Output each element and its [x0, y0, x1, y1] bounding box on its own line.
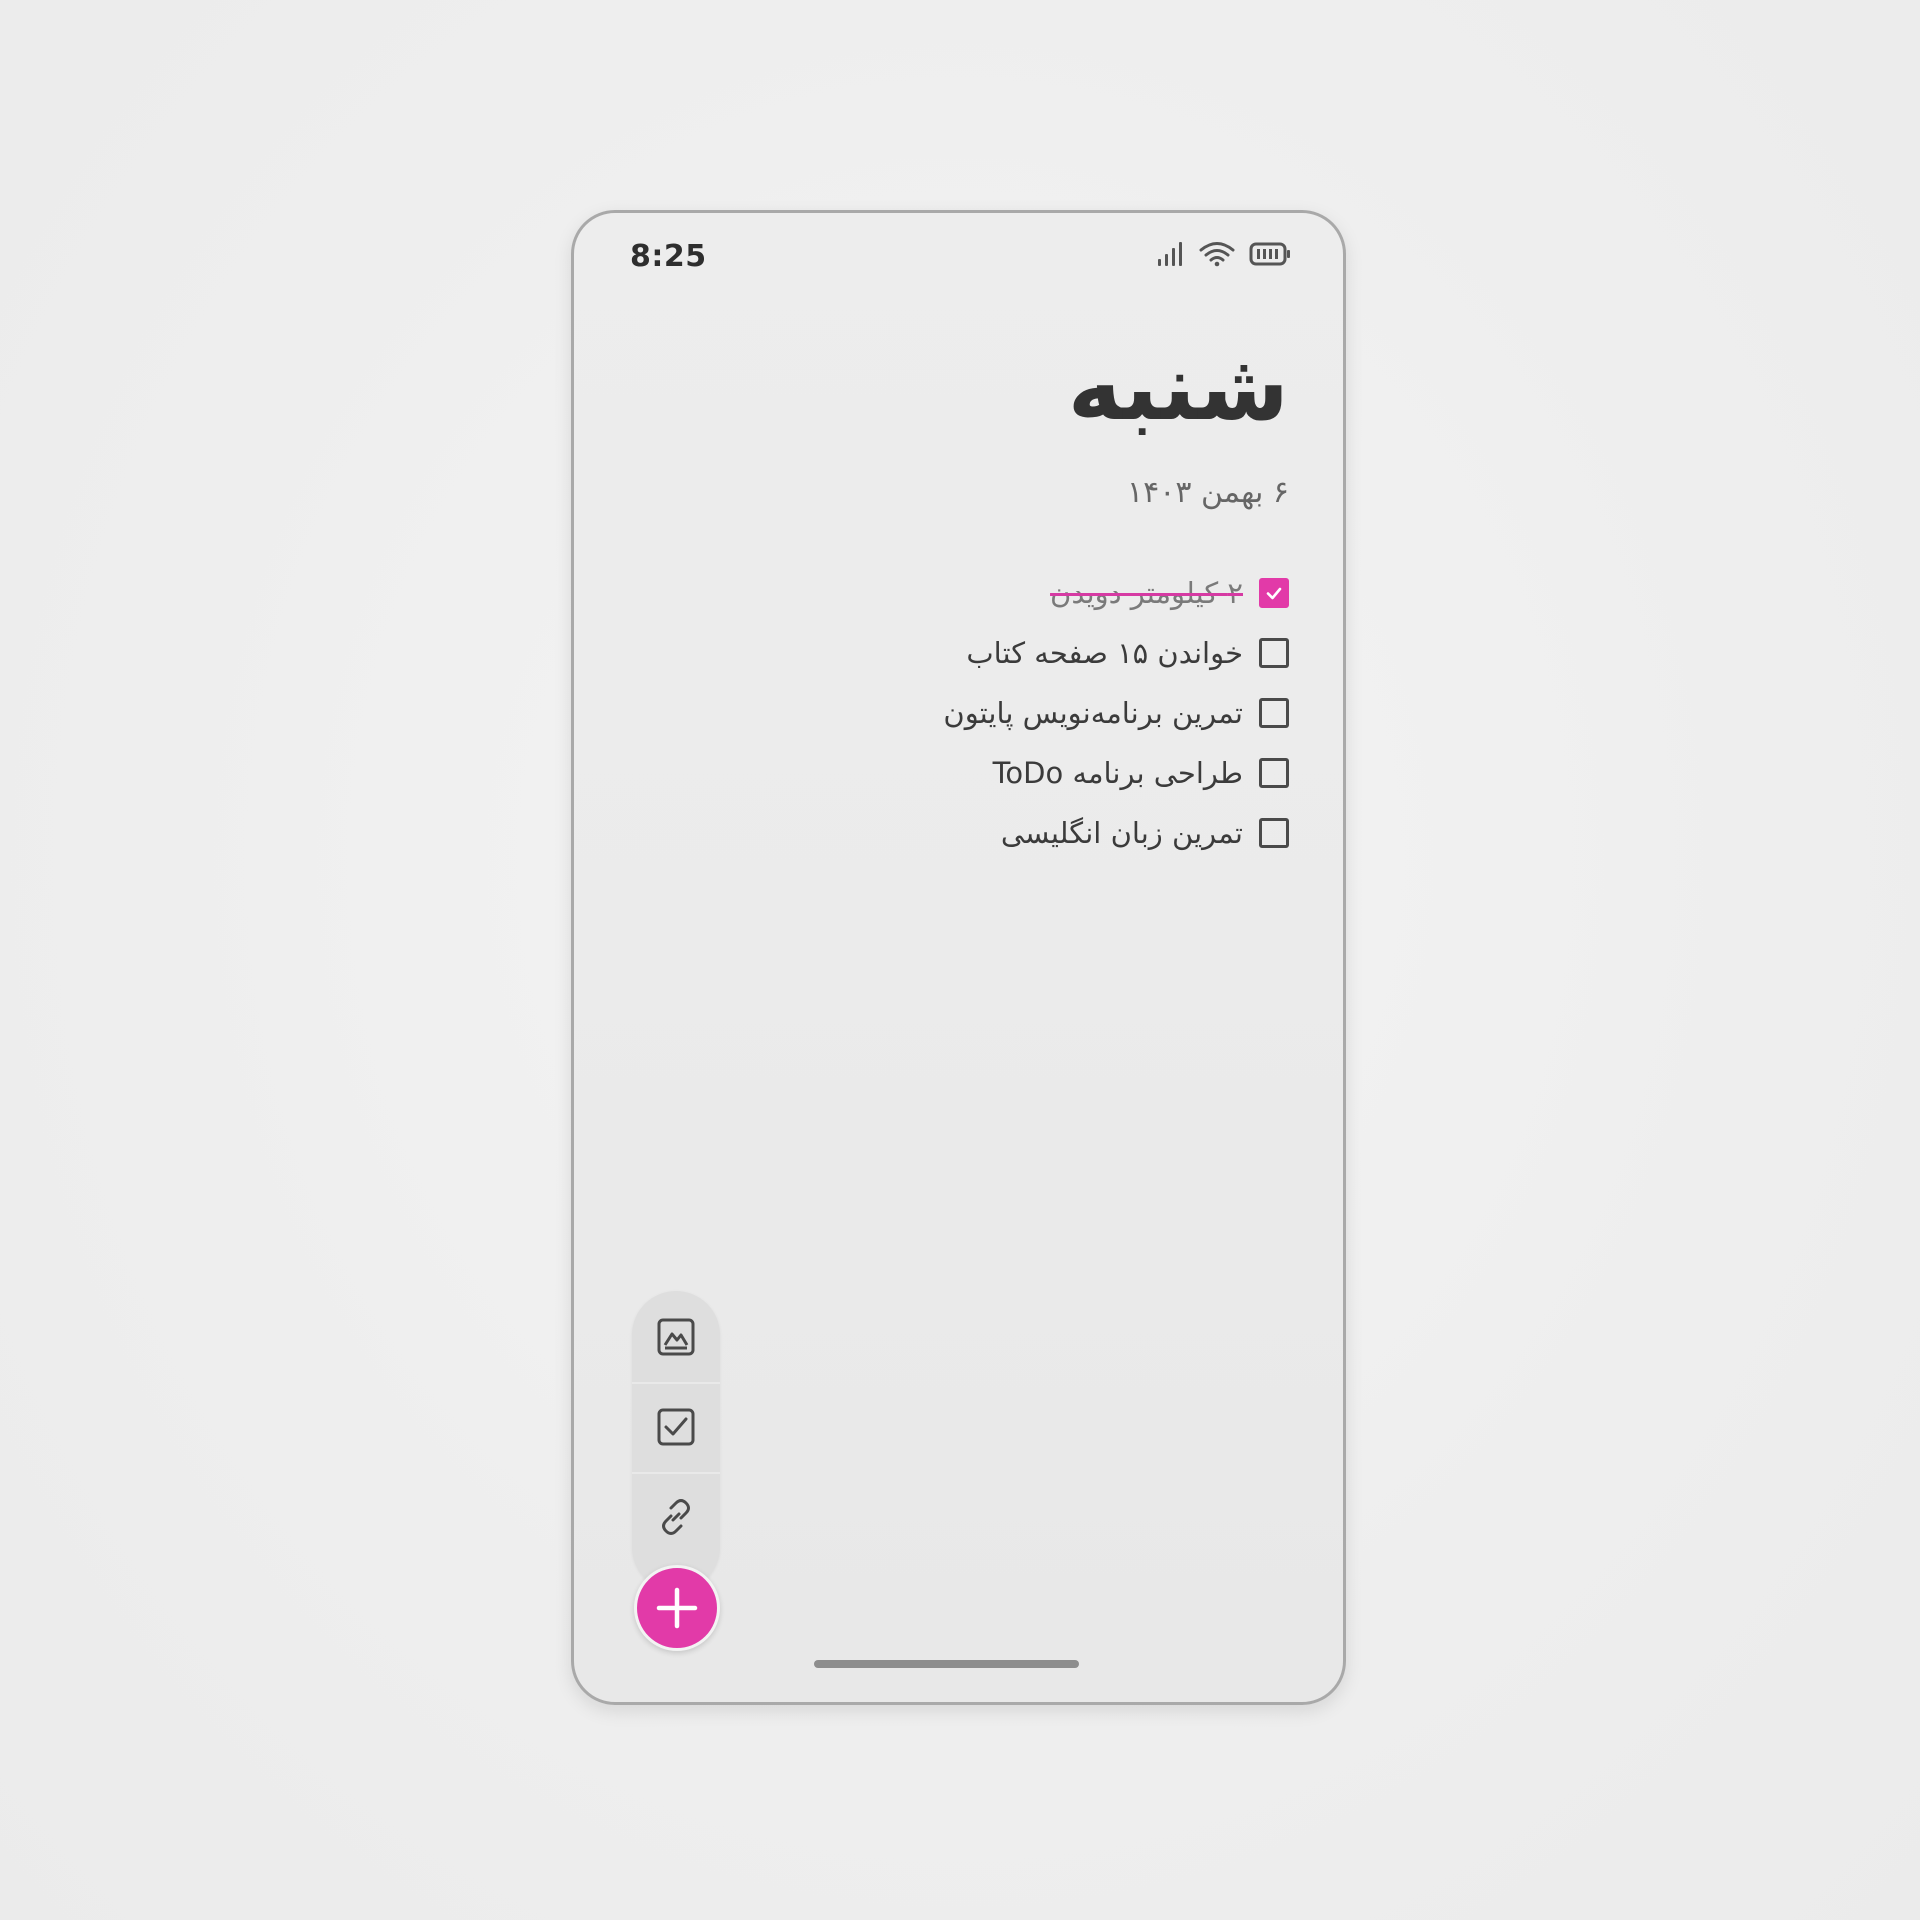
image-icon	[657, 1318, 695, 1356]
task-item[interactable]: تمرین برنامه‌نویس پایتون	[689, 683, 1289, 743]
battery-icon	[1249, 241, 1291, 267]
task-label: خواندن ۱۵ صفحه کتاب	[966, 636, 1243, 670]
link-icon	[662, 1499, 690, 1535]
add-checklist-button[interactable]	[632, 1383, 720, 1471]
add-link-button[interactable]	[632, 1473, 720, 1561]
task-list: ۲ کیلومتر دویدن خواندن ۱۵ صفحه کتاب تمری…	[689, 563, 1289, 863]
status-time: 8:25	[630, 239, 707, 274]
task-item[interactable]: تمرین زبان انگلیسی	[689, 803, 1289, 863]
plus-icon	[656, 1587, 698, 1629]
wifi-icon	[1199, 241, 1235, 267]
status-icons	[1157, 241, 1291, 267]
task-item[interactable]: ۲ کیلومتر دویدن	[689, 563, 1289, 623]
add-button[interactable]	[634, 1565, 720, 1651]
toolbar-menu	[632, 1291, 720, 1591]
task-checkbox[interactable]	[1259, 638, 1289, 668]
date-subtitle: ۶ بهمن ۱۴۰۳	[1126, 475, 1289, 510]
task-item[interactable]: طراحی برنامه ToDo	[689, 743, 1289, 803]
task-checkbox[interactable]	[1259, 818, 1289, 848]
add-image-button[interactable]	[632, 1293, 720, 1381]
phone-frame: 8:25 شنبه ۶ بهمن ۱۴۰۳ ۲ کیلومتر دویدن خو…	[571, 210, 1346, 1705]
task-item[interactable]: خواندن ۱۵ صفحه کتاب	[689, 623, 1289, 683]
page-title: شنبه	[1067, 334, 1289, 441]
signal-icon	[1157, 241, 1185, 267]
check-icon	[1266, 587, 1282, 600]
task-checkbox[interactable]	[1259, 758, 1289, 788]
task-label: طراحی برنامه ToDo	[992, 756, 1243, 790]
task-checkbox-checked[interactable]	[1259, 578, 1289, 608]
task-label: ۲ کیلومتر دویدن	[1050, 576, 1243, 610]
checkbox-icon	[657, 1408, 695, 1446]
task-checkbox[interactable]	[1259, 698, 1289, 728]
task-label: تمرین برنامه‌نویس پایتون	[943, 696, 1243, 730]
task-label: تمرین زبان انگلیسی	[1000, 816, 1243, 850]
home-indicator[interactable]	[814, 1660, 1079, 1668]
